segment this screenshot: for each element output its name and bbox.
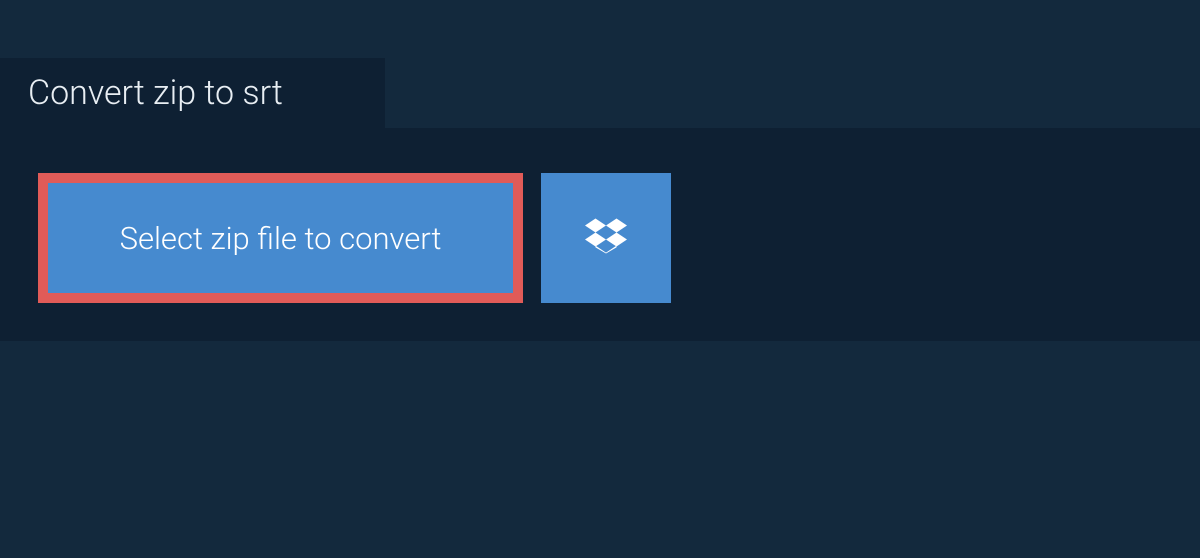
- tab-header: Convert zip to srt: [0, 58, 385, 128]
- button-row: Select zip file to convert: [38, 173, 1162, 303]
- tab-title: Convert zip to srt: [28, 73, 283, 113]
- select-file-button[interactable]: Select zip file to convert: [38, 173, 523, 303]
- dropbox-icon: [585, 215, 627, 261]
- dropbox-button[interactable]: [541, 173, 671, 303]
- content-panel: Select zip file to convert: [0, 128, 1200, 341]
- select-file-label: Select zip file to convert: [120, 220, 442, 257]
